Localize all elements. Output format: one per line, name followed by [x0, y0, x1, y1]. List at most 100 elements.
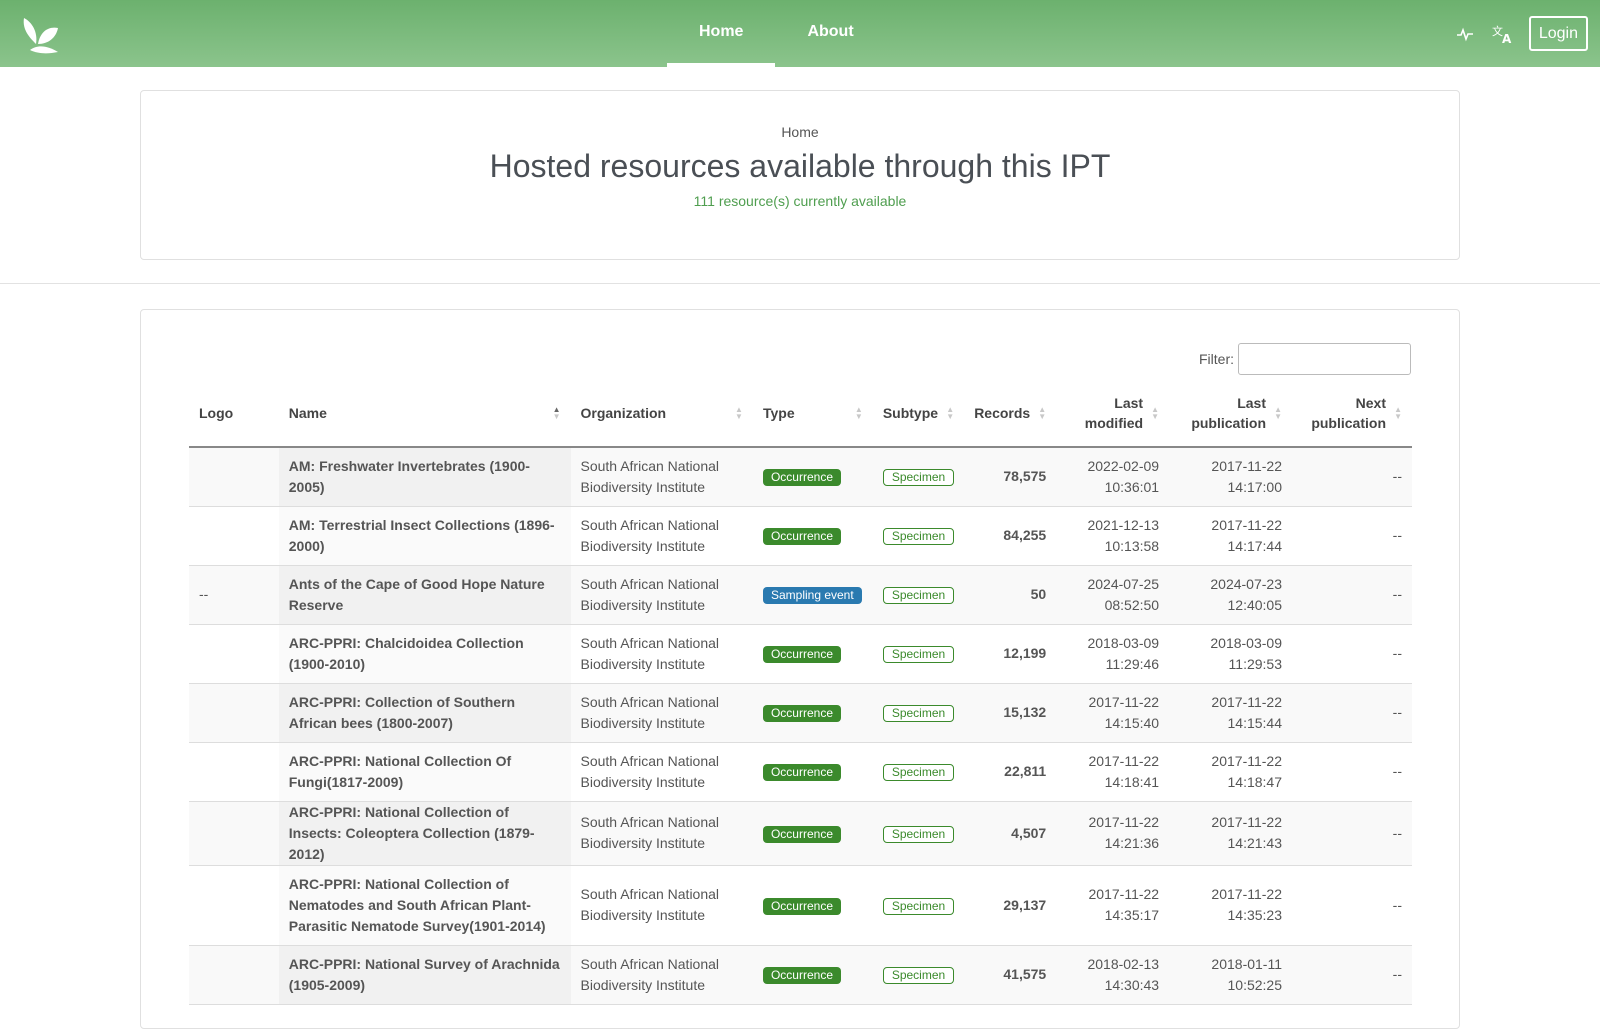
cell-organization: South African National Biodiversity Insti…: [570, 506, 753, 566]
page-title: Hosted resources available through this …: [489, 148, 1111, 184]
cell-records: 4,507: [964, 801, 1057, 866]
column-header-name[interactable]: Name ▲ ▼: [278, 379, 571, 448]
cell-logo: [189, 801, 279, 866]
cell-last-publication: 2017-11-22 14:15:44: [1169, 683, 1292, 743]
table-row[interactable]: AM: Terrestrial Insect Collections (1896…: [189, 506, 1412, 566]
table-row[interactable]: ARC-PPRI: National Survey of Arachnida (…: [189, 945, 1412, 1005]
cell-organization: South African National Biodiversity Insti…: [570, 565, 753, 625]
column-header-last-modified[interactable]: Last modified ▲ ▼: [1056, 379, 1170, 448]
cell-last-publication: 2017-11-22 14:35:23: [1169, 865, 1292, 946]
cell-organization: South African National Biodiversity Insti…: [570, 742, 753, 802]
table-row[interactable]: ARC-PPRI: National Collection of Insects…: [189, 801, 1412, 866]
cell-subtype: Specimen: [872, 865, 965, 946]
cell-last-modified: 2017-11-22 14:18:41: [1056, 742, 1170, 802]
column-header-records[interactable]: Records ▲ ▼: [964, 379, 1057, 448]
sort-icon: ▲ ▼: [854, 404, 863, 421]
cell-subtype: Specimen: [872, 945, 965, 1005]
table-row[interactable]: -- Ants of the Cape of Good Hope Nature …: [189, 565, 1412, 625]
cell-logo: --: [189, 565, 279, 625]
tab-about[interactable]: About: [775, 0, 885, 65]
subtype-badge: Specimen: [882, 705, 955, 722]
tab-home[interactable]: Home: [667, 0, 776, 67]
sort-icon: ▲ ▼: [552, 404, 561, 421]
health-icon[interactable]: [1453, 22, 1477, 46]
sort-icon: ▲ ▼: [946, 404, 955, 421]
cell-last-publication: 2024-07-23 12:40:05: [1169, 565, 1292, 625]
column-header-organization[interactable]: Organization ▲ ▼: [570, 379, 753, 448]
cell-last-modified: 2018-03-09 11:29:46: [1056, 624, 1170, 684]
sort-icon: ▲ ▼: [1274, 404, 1282, 421]
column-header-type[interactable]: Type ▲ ▼: [752, 379, 873, 448]
cell-name[interactable]: ARC-PPRI: National Collection of Insects…: [278, 801, 571, 866]
cell-last-modified: 2017-11-22 14:15:40: [1056, 683, 1170, 743]
logo-icon[interactable]: [18, 14, 62, 54]
cell-last-modified: 2021-12-13 10:13:58: [1056, 506, 1170, 566]
table-row[interactable]: AM: Freshwater Invertebrates (1900-2005)…: [189, 447, 1412, 507]
cell-logo: [189, 742, 279, 802]
column-header-subtype[interactable]: Subtype ▲ ▼: [872, 379, 965, 448]
sort-icon: ▲ ▼: [1038, 404, 1047, 421]
cell-next-publication: --: [1292, 801, 1412, 866]
cell-records: 29,137: [964, 865, 1057, 946]
resources-table: Logo Name ▲ ▼ Organization ▲ ▼ Type ▲ ▼ Sub…: [189, 379, 1412, 1005]
cell-organization: South African National Biodiversity Insti…: [570, 624, 753, 684]
table-row[interactable]: ARC-PPRI: Chalcidoidea Collection (1900-…: [189, 624, 1412, 684]
type-badge: Sampling event: [762, 587, 862, 604]
main-nav: Home About: [667, 0, 886, 67]
login-button[interactable]: Login: [1528, 16, 1588, 51]
column-header-last-publication[interactable]: Last publication ▲ ▼: [1169, 379, 1292, 448]
cell-last-publication: 2018-01-11 10:52:25: [1169, 945, 1292, 1005]
cell-organization: South African National Biodiversity Insti…: [570, 945, 753, 1005]
cell-name[interactable]: ARC-PPRI: National Survey of Arachnida (…: [278, 945, 571, 1005]
cell-name[interactable]: ARC-PPRI: Collection of Southern African…: [278, 683, 571, 743]
cell-type: Occurrence: [752, 683, 873, 743]
type-badge: Occurrence: [762, 469, 841, 487]
cell-logo: [189, 683, 279, 743]
table-header-row: Logo Name ▲ ▼ Organization ▲ ▼ Type ▲ ▼ Sub…: [189, 379, 1412, 448]
cell-last-publication: 2017-11-22 14:18:47: [1169, 742, 1292, 802]
cell-subtype: Specimen: [872, 624, 965, 684]
subtype-badge: Specimen: [882, 825, 955, 843]
cell-last-modified: 2022-02-09 10:36:01: [1056, 447, 1170, 507]
cell-name[interactable]: AM: Terrestrial Insect Collections (1896…: [278, 506, 571, 566]
cell-next-publication: --: [1292, 683, 1412, 743]
subtype-badge: Specimen: [882, 967, 955, 984]
filter-label: Filter:: [1199, 351, 1234, 367]
breadcrumb[interactable]: Home: [141, 124, 1459, 140]
sort-icon: ▲ ▼: [1394, 404, 1402, 421]
cell-name[interactable]: AM: Freshwater Invertebrates (1900-2005): [278, 447, 571, 507]
resources-card: Filter: Logo Name ▲ ▼ Organization ▲ ▼ Typ…: [140, 309, 1460, 1029]
cell-next-publication: --: [1292, 506, 1412, 566]
column-header-next-publication[interactable]: Next publication ▲ ▼: [1292, 379, 1412, 448]
cell-next-publication: --: [1292, 865, 1412, 946]
table-row[interactable]: ARC-PPRI: National Collection Of Fungi(1…: [189, 742, 1412, 802]
cell-subtype: Specimen: [872, 742, 965, 802]
subtype-badge: Specimen: [882, 897, 955, 915]
type-badge: Occurrence: [762, 897, 841, 915]
svg-text:A: A: [1502, 32, 1512, 44]
cell-next-publication: --: [1292, 742, 1412, 802]
cell-logo: [189, 447, 279, 507]
cell-last-publication: 2018-03-09 11:29:53: [1169, 624, 1292, 684]
cell-name[interactable]: Ants of the Cape of Good Hope Nature Res…: [278, 565, 571, 625]
cell-type: Sampling event: [752, 565, 873, 625]
cell-subtype: Specimen: [872, 506, 965, 566]
cell-records: 22,811: [964, 742, 1057, 802]
cell-type: Occurrence: [752, 624, 873, 684]
cell-name[interactable]: ARC-PPRI: National Collection of Nematod…: [278, 865, 571, 946]
table-row[interactable]: ARC-PPRI: Collection of Southern African…: [189, 683, 1412, 743]
cell-name[interactable]: ARC-PPRI: Chalcidoidea Collection (1900-…: [278, 624, 571, 684]
filter-input[interactable]: [1238, 343, 1411, 375]
sort-icon: ▲ ▼: [1151, 404, 1160, 421]
translate-icon[interactable]: 文 A: [1491, 22, 1515, 46]
cell-subtype: Specimen: [872, 565, 965, 625]
table-row[interactable]: ARC-PPRI: National Collection of Nematod…: [189, 865, 1412, 946]
cell-records: 41,575: [964, 945, 1057, 1005]
cell-type: Occurrence: [752, 945, 873, 1005]
cell-last-publication: 2017-11-22 14:17:00: [1169, 447, 1292, 507]
type-badge: Occurrence: [762, 764, 841, 781]
cell-subtype: Specimen: [872, 447, 965, 507]
sort-icon: ▲ ▼: [735, 404, 743, 421]
type-badge: Occurrence: [762, 825, 841, 843]
cell-name[interactable]: ARC-PPRI: National Collection Of Fungi(1…: [278, 742, 571, 802]
